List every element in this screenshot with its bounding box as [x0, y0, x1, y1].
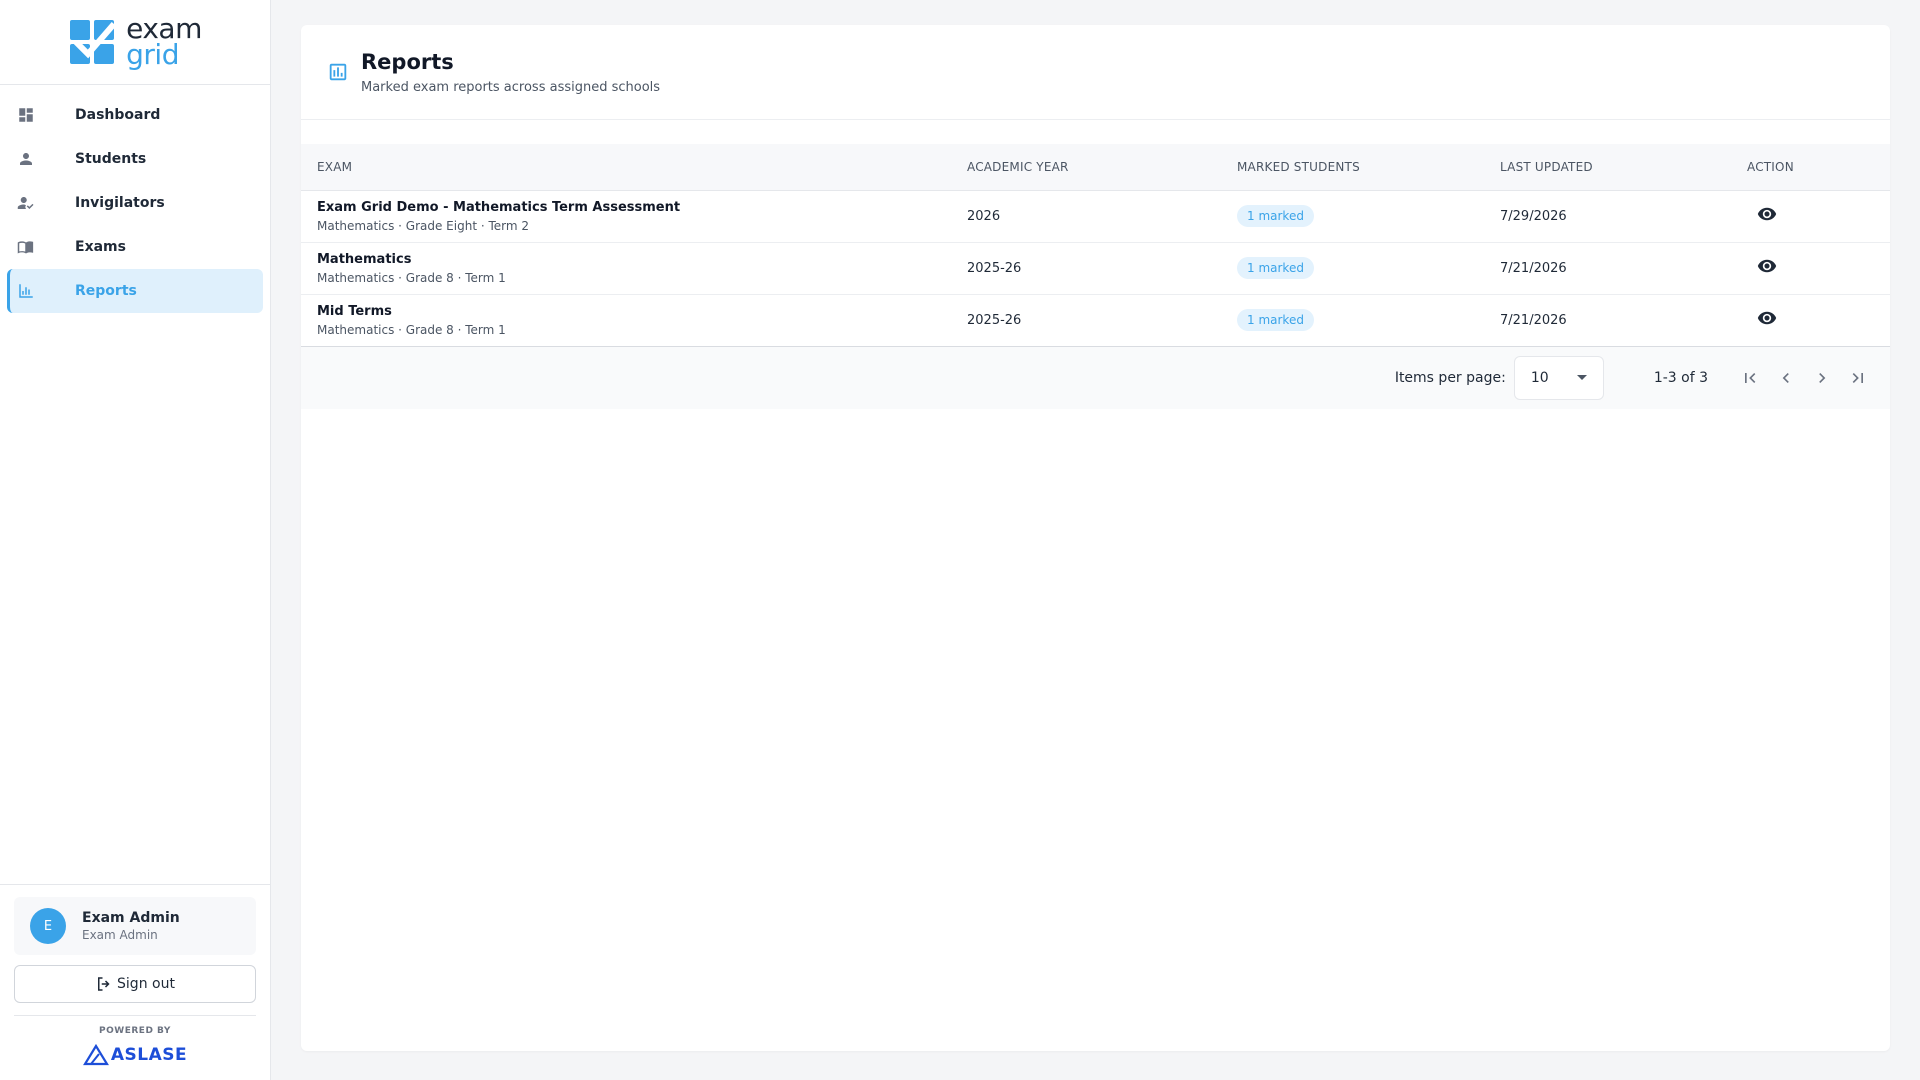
- exam-subtitle: Mathematics · Grade 8 · Term 1: [317, 322, 506, 337]
- dashboard-icon: [17, 106, 35, 124]
- user-info: Exam Admin Exam Admin: [82, 910, 180, 942]
- logo-text: exam grid: [126, 15, 202, 71]
- cell-academic-year: 2025-26: [967, 242, 1237, 295]
- sidebar-item-label: Invigilators: [75, 195, 165, 211]
- last-page-icon[interactable]: [1840, 360, 1876, 396]
- reports-card: Reports Marked exam reports across assig…: [301, 25, 1890, 1051]
- exam-title: Mathematics: [317, 251, 412, 267]
- aslase-logo-icon: [82, 1044, 109, 1066]
- table-row[interactable]: Mathematics Mathematics · Grade 8 · Term…: [301, 242, 1890, 295]
- bar-chart-icon: [17, 282, 35, 300]
- exam-subtitle: Mathematics · Grade Eight · Term 2: [317, 218, 529, 233]
- bar-chart-icon: [327, 61, 349, 83]
- logo[interactable]: exam grid: [0, 0, 270, 85]
- paginator: Items per page: 10 1-3 of 3: [301, 346, 1890, 409]
- first-page-icon[interactable]: [1732, 360, 1768, 396]
- cell-last-updated: 7/21/2026: [1500, 294, 1747, 347]
- cell-marked-students: 1 marked: [1237, 294, 1500, 347]
- powered-by-label: POWERED BY: [99, 1026, 171, 1036]
- items-per-page-select[interactable]: 10: [1513, 355, 1604, 400]
- cell-action: [1747, 242, 1890, 295]
- cell-academic-year: 2025-26: [967, 294, 1237, 347]
- previous-page-icon[interactable]: [1768, 360, 1804, 396]
- sidebar-item-invigilators[interactable]: Invigilators: [7, 181, 263, 225]
- sidebar-item-label: Dashboard: [75, 107, 161, 123]
- user-name: Exam Admin: [82, 910, 180, 926]
- main-content: Reports Marked exam reports across assig…: [271, 0, 1920, 1080]
- cell-marked-students: 1 marked: [1237, 190, 1500, 243]
- cell-marked-students: 1 marked: [1237, 242, 1500, 295]
- cell-action: [1747, 190, 1890, 243]
- items-per-page-label: Items per page:: [1394, 369, 1506, 386]
- marked-badge: 1 marked: [1237, 309, 1314, 331]
- sign-out-label: Sign out: [117, 976, 175, 992]
- cell-academic-year: 2026: [967, 190, 1237, 243]
- page-range-label: 1-3 of 3: [1653, 369, 1708, 386]
- sidebar: exam grid Dashboard Students Invigilator…: [0, 0, 271, 1080]
- exam-title: Exam Grid Demo - Mathematics Term Assess…: [317, 199, 681, 215]
- sidebar-item-label: Exams: [75, 239, 126, 255]
- sign-out-button[interactable]: Sign out: [14, 965, 256, 1003]
- dropdown-caret-icon: [1576, 375, 1587, 380]
- sidebar-item-exams[interactable]: Exams: [7, 225, 263, 269]
- sidebar-item-label: Students: [75, 151, 147, 167]
- view-report-icon[interactable]: [1757, 308, 1777, 328]
- sidebar-item-label: Reports: [75, 283, 137, 299]
- cell-exam: Exam Grid Demo - Mathematics Term Assess…: [301, 190, 967, 243]
- sidebar-footer: E Exam Admin Exam Admin Sign out POWERED…: [0, 884, 270, 1080]
- marked-badge: 1 marked: [1237, 257, 1314, 279]
- sidebar-item-dashboard[interactable]: Dashboard: [7, 93, 263, 137]
- table-row[interactable]: Exam Grid Demo - Mathematics Term Assess…: [301, 190, 1890, 243]
- logo-line-2: grid: [126, 38, 179, 71]
- person-check-icon: [17, 194, 35, 212]
- reports-table: EXAM ACADEMIC YEAR MARKED STUDENTS LAST …: [301, 144, 1890, 347]
- avatar: E: [30, 908, 66, 944]
- exam-subtitle: Mathematics · Grade 8 · Term 1: [317, 270, 506, 285]
- cell-action: [1747, 294, 1890, 347]
- table-header-row: EXAM ACADEMIC YEAR MARKED STUDENTS LAST …: [301, 144, 1890, 191]
- powered-brand[interactable]: ASLASE: [14, 1044, 256, 1066]
- page-title: Reports: [361, 49, 454, 74]
- user-role: Exam Admin: [82, 928, 158, 942]
- app: exam grid Dashboard Students Invigilator…: [0, 0, 1920, 1080]
- items-per-page-value: 10: [1530, 369, 1549, 386]
- user-card[interactable]: E Exam Admin Exam Admin: [14, 897, 256, 955]
- cell-last-updated: 7/29/2026: [1500, 190, 1747, 243]
- column-header-action: ACTION: [1747, 144, 1890, 191]
- marked-badge: 1 marked: [1237, 205, 1314, 227]
- logout-icon: [98, 977, 110, 991]
- column-header-last-updated[interactable]: LAST UPDATED: [1500, 144, 1747, 191]
- table-row[interactable]: Mid Terms Mathematics · Grade 8 · Term 1…: [301, 294, 1890, 347]
- view-report-icon[interactable]: [1757, 256, 1777, 276]
- cell-exam: Mathematics Mathematics · Grade 8 · Term…: [301, 242, 967, 295]
- person-icon: [17, 150, 35, 168]
- powered-by: POWERED BY ASLASE: [14, 1015, 256, 1066]
- sidebar-nav: Dashboard Students Invigilators Exams Re…: [0, 85, 270, 884]
- page-header: Reports Marked exam reports across assig…: [301, 25, 1890, 120]
- column-header-marked-students[interactable]: MARKED STUDENTS: [1237, 144, 1500, 191]
- sidebar-item-reports[interactable]: Reports: [7, 269, 263, 313]
- page-subtitle: Marked exam reports across assigned scho…: [361, 79, 661, 95]
- powered-brand-text: ASLASE: [110, 1045, 188, 1065]
- next-page-icon[interactable]: [1804, 360, 1840, 396]
- cell-last-updated: 7/21/2026: [1500, 242, 1747, 295]
- sidebar-item-students[interactable]: Students: [7, 137, 263, 181]
- column-header-exam[interactable]: EXAM: [301, 144, 967, 191]
- column-header-academic-year[interactable]: ACADEMIC YEAR: [967, 144, 1237, 191]
- logo-icon: [70, 20, 117, 64]
- book-icon: [17, 238, 35, 256]
- view-report-icon[interactable]: [1757, 204, 1777, 224]
- exam-title: Mid Terms: [317, 303, 392, 319]
- cell-exam: Mid Terms Mathematics · Grade 8 · Term 1: [301, 294, 967, 347]
